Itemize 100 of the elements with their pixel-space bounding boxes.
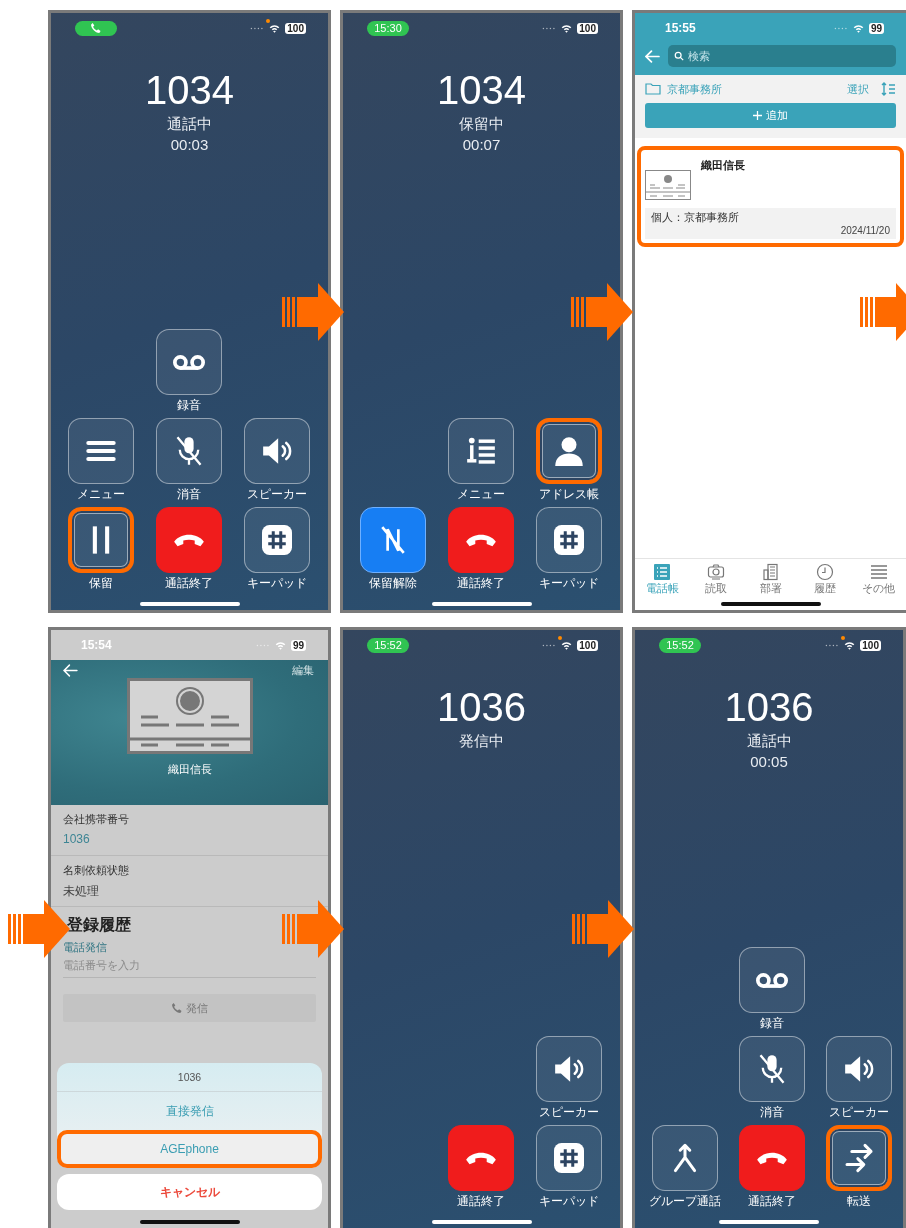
field-label: 名刺依頼状態 (63, 864, 130, 878)
input-label: 電話発信 (62, 941, 108, 955)
battery-level: 100 (577, 22, 598, 34)
folder-name[interactable]: 京都事務所 (667, 81, 722, 97)
field-label: 会社携帯番号 (63, 813, 130, 827)
battery-level: 100 (285, 22, 306, 34)
speaker-icon (262, 436, 292, 466)
speaker-button[interactable] (826, 1036, 893, 1102)
wifi-icon (561, 640, 573, 650)
building-icon (761, 563, 780, 581)
caller-number: 1034 (145, 67, 234, 113)
group-call-button[interactable] (651, 1125, 718, 1191)
caller-number: 1036 (437, 684, 526, 730)
button-label: 保留 (89, 576, 113, 591)
contact-name: 織田信長 (701, 158, 745, 173)
keypad-icon (554, 525, 584, 555)
signal-icon (542, 643, 557, 647)
speaker-button[interactable] (244, 418, 310, 484)
call-status: 通話中 (167, 114, 212, 134)
speaker-icon (554, 1054, 584, 1084)
speaker-button[interactable] (536, 1036, 602, 1102)
tab-item[interactable]: その他 (851, 563, 906, 596)
call-timer: 00:05 (750, 752, 788, 772)
list-icon (653, 563, 672, 581)
person-icon (554, 436, 584, 466)
sort-icon[interactable] (881, 82, 896, 96)
record-button[interactable] (739, 947, 805, 1013)
button-label: 録音 (177, 398, 201, 413)
tab-item[interactable]: 履歴 (797, 563, 852, 596)
button-label: 消音 (177, 487, 201, 502)
phone-icon (171, 1003, 182, 1013)
hang-up-icon (465, 532, 497, 548)
caller-number: 1036 (724, 684, 814, 730)
unhold-button[interactable] (360, 507, 426, 573)
end-call-button[interactable] (448, 507, 514, 573)
phone-icon (91, 23, 101, 33)
transfer-arrows-icon (844, 1143, 875, 1173)
sheet-option[interactable]: 直接発信 (57, 1092, 322, 1130)
button-label: アドレス帳 (539, 487, 599, 502)
end-call-button[interactable] (156, 507, 222, 573)
status-time: 15:52 (659, 637, 701, 653)
end-call-button[interactable] (739, 1125, 805, 1191)
signal-icon (250, 26, 265, 30)
wifi-icon (274, 640, 286, 650)
call-timer: 00:03 (170, 135, 209, 155)
contact-note: 個人：京都事務所 (651, 211, 740, 225)
voicemail-icon (173, 354, 205, 370)
status-time: 15:30 (367, 20, 409, 36)
transfer-button[interactable] (826, 1125, 893, 1191)
button-label: メニュー (77, 487, 125, 502)
cancel-button[interactable]: キャンセル (57, 1174, 322, 1210)
muted-mic-icon (757, 1054, 787, 1084)
search-field[interactable]: 検索 (668, 45, 896, 67)
address-book-button[interactable] (536, 418, 602, 484)
hang-up-icon (756, 1150, 788, 1166)
select-link[interactable]: 選択 (847, 81, 869, 97)
caller-number: 1034 (437, 67, 526, 113)
end-call-button[interactable] (448, 1125, 514, 1191)
wifi-icon (852, 23, 864, 33)
battery-level: 100 (577, 639, 598, 651)
status-time: 15:55 (664, 21, 696, 35)
back-arrow-icon[interactable] (63, 664, 78, 677)
hold-button[interactable] (68, 507, 134, 573)
right-arrow-icon (571, 283, 633, 341)
keypad-button[interactable] (536, 1125, 602, 1191)
menu-button[interactable] (68, 418, 134, 484)
add-button[interactable]: 追加 (645, 103, 896, 128)
voicemail-icon (756, 972, 788, 988)
folder-icon (645, 83, 661, 95)
tab-item[interactable]: 電話帳 (635, 563, 690, 596)
camera-icon (707, 563, 726, 581)
phone-number-link[interactable]: 1036 (63, 832, 316, 846)
button-label: 保留解除 (369, 576, 417, 591)
contact-card[interactable]: 織田信長 個人：京都事務所 2024/11/20 (637, 146, 904, 247)
call-indicator[interactable] (75, 20, 117, 36)
sheet-option[interactable]: AGEphone (57, 1130, 322, 1168)
status-time: 15:52 (367, 637, 409, 653)
tab-item[interactable]: 読取 (689, 563, 744, 596)
button-label: 転送 (847, 1194, 872, 1209)
mute-button[interactable] (156, 418, 222, 484)
button-label: スピーカー (829, 1105, 890, 1120)
menu-button[interactable] (448, 418, 514, 484)
record-button[interactable] (156, 329, 222, 395)
business-card-icon (645, 170, 691, 200)
keypad-button[interactable] (244, 507, 310, 573)
button-label: 録音 (760, 1016, 784, 1031)
wifi-icon (844, 640, 856, 650)
back-arrow-icon[interactable] (645, 49, 660, 63)
sheet-title: 1036 (57, 1063, 322, 1092)
edit-link[interactable]: 編集 (292, 663, 314, 678)
right-arrow-icon (282, 900, 344, 958)
keypad-button[interactable] (536, 507, 602, 573)
keypad-icon (262, 525, 292, 555)
right-arrow-icon (860, 283, 906, 341)
button-label: 通話終了 (165, 576, 213, 591)
menu-icon (869, 563, 888, 581)
tab-item[interactable]: 部署 (743, 563, 798, 596)
mute-button[interactable] (739, 1036, 805, 1102)
button-label: スピーカー (247, 487, 307, 502)
button-label: スピーカー (539, 1105, 599, 1120)
